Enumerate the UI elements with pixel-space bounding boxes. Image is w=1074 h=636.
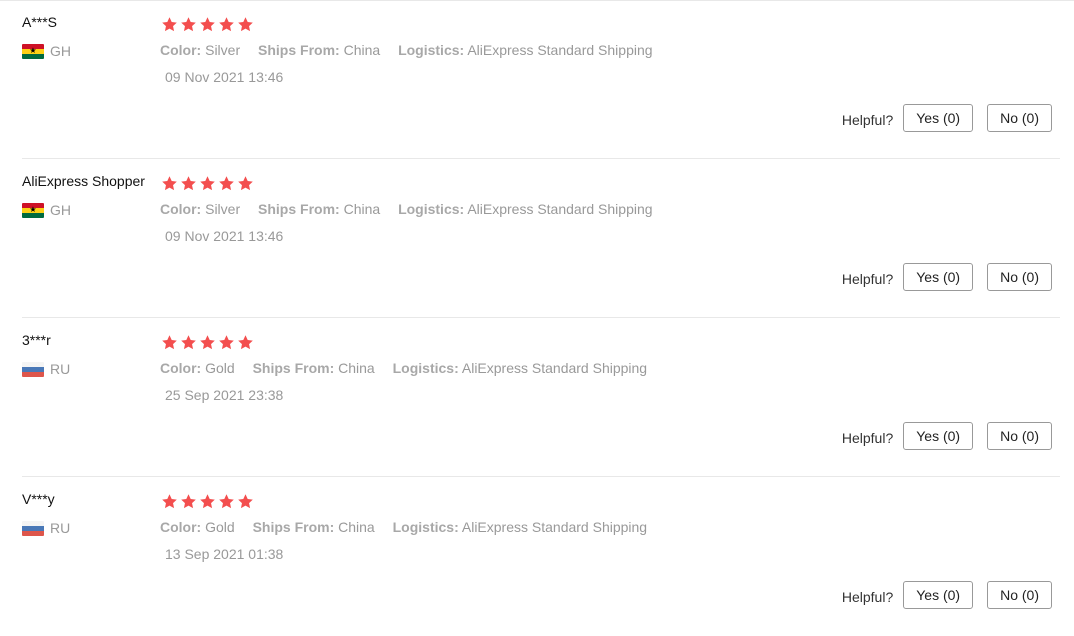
- review-attributes: Color: Gold Ships From: China Logistics:…: [160, 360, 661, 376]
- helpful-section: Helpful? Yes (0) No (0): [842, 581, 1052, 609]
- ships-from-value: China: [338, 519, 375, 535]
- star-icon: [238, 335, 253, 350]
- ships-from-value: China: [338, 360, 375, 376]
- helpful-yes-button[interactable]: Yes (0): [903, 104, 974, 132]
- country-code: RU: [50, 520, 71, 536]
- star-rating: [161, 175, 254, 192]
- star-icon: [200, 17, 215, 32]
- reviewer-name: AliExpress Shopper: [22, 173, 145, 189]
- logistics-label: Logistics:: [392, 360, 459, 376]
- logistics-value: AliExpress Standard Shipping: [467, 42, 653, 58]
- logistics-value: AliExpress Standard Shipping: [467, 201, 653, 217]
- helpful-no-button[interactable]: No (0): [987, 263, 1052, 291]
- color-label: Color:: [160, 42, 202, 58]
- helpful-yes-button[interactable]: Yes (0): [903, 263, 974, 291]
- ships-from-label: Ships From:: [258, 201, 340, 217]
- russia-flag-icon: [22, 361, 44, 377]
- helpful-label: Helpful?: [841, 589, 894, 605]
- review-attributes: Color: Silver Ships From: China Logistic…: [160, 201, 667, 217]
- logistics-label: Logistics:: [392, 519, 459, 535]
- helpful-section: Helpful? Yes (0) No (0): [842, 263, 1052, 291]
- helpful-label: Helpful?: [841, 430, 894, 446]
- star-icon: [200, 494, 215, 509]
- review-item: V***y RU Color: Gold Ships From: China L…: [0, 477, 1074, 636]
- logistics-value: AliExpress Standard Shipping: [461, 360, 648, 376]
- helpful-yes-button[interactable]: Yes (0): [903, 581, 974, 609]
- review-attributes: Color: Silver Ships From: China Logistic…: [160, 42, 667, 58]
- ships-from-value: China: [343, 201, 381, 217]
- country-code: GH: [50, 43, 71, 59]
- star-rating: [161, 16, 254, 33]
- star-icon: [219, 335, 234, 350]
- star-icon: [238, 494, 253, 509]
- reviewer-country: ★ GH: [22, 42, 71, 60]
- star-icon: [162, 176, 177, 191]
- helpful-label: Helpful?: [841, 112, 894, 128]
- star-icon: [162, 494, 177, 509]
- review-item: 3***r RU Color: Gold Ships From: China L…: [0, 318, 1074, 477]
- star-icon: [200, 176, 215, 191]
- star-icon: [181, 335, 196, 350]
- star-icon: [200, 335, 215, 350]
- ghana-flag-icon: ★: [22, 202, 44, 218]
- helpful-no-button[interactable]: No (0): [987, 422, 1052, 450]
- logistics-label: Logistics:: [398, 201, 465, 217]
- country-code: RU: [50, 361, 71, 377]
- star-icon: [238, 176, 253, 191]
- star-icon: [162, 335, 177, 350]
- reviewer-country: RU: [22, 519, 70, 537]
- helpful-label: Helpful?: [841, 271, 894, 287]
- star-icon: [162, 17, 177, 32]
- logistics-value: AliExpress Standard Shipping: [461, 519, 648, 535]
- color-value: Gold: [205, 360, 235, 376]
- ships-from-label: Ships From:: [252, 360, 335, 376]
- ships-from-value: China: [343, 42, 381, 58]
- reviewer-country: RU: [22, 360, 70, 378]
- helpful-yes-button[interactable]: Yes (0): [903, 422, 974, 450]
- color-label: Color:: [160, 519, 202, 535]
- star-rating: [161, 493, 254, 510]
- logistics-label: Logistics:: [398, 42, 465, 58]
- reviewer-name: V***y: [22, 491, 55, 507]
- reviewer-name: 3***r: [22, 332, 51, 348]
- russia-flag-icon: [22, 520, 44, 536]
- color-value: Silver: [205, 201, 241, 217]
- color-label: Color:: [160, 360, 202, 376]
- star-icon: [181, 176, 196, 191]
- color-value: Silver: [205, 42, 241, 58]
- country-code: GH: [50, 202, 71, 218]
- star-icon: [181, 17, 196, 32]
- helpful-no-button[interactable]: No (0): [987, 581, 1052, 609]
- review-item: A***S ★ GH Color: Silver Ships From: Chi…: [0, 0, 1074, 159]
- color-label: Color:: [160, 201, 202, 217]
- star-icon: [219, 176, 234, 191]
- helpful-section: Helpful? Yes (0) No (0): [842, 422, 1052, 450]
- ships-from-label: Ships From:: [258, 42, 340, 58]
- helpful-no-button[interactable]: No (0): [987, 104, 1052, 132]
- star-icon: [181, 494, 196, 509]
- review-attributes: Color: Gold Ships From: China Logistics:…: [160, 519, 661, 535]
- star-rating: [161, 334, 254, 351]
- review-date: 09 Nov 2021 13:46: [165, 228, 284, 244]
- review-date: 09 Nov 2021 13:46: [165, 69, 284, 85]
- ships-from-label: Ships From:: [252, 519, 335, 535]
- color-value: Gold: [205, 519, 235, 535]
- star-icon: [219, 17, 234, 32]
- review-date: 13 Sep 2021 01:38: [165, 546, 284, 562]
- ghana-flag-icon: ★: [22, 43, 44, 59]
- review-date: 25 Sep 2021 23:38: [165, 387, 284, 403]
- star-icon: [238, 17, 253, 32]
- review-item: AliExpress Shopper ★ GH Color: Silver Sh…: [0, 159, 1074, 318]
- reviewer-name: A***S: [22, 14, 58, 30]
- helpful-section: Helpful? Yes (0) No (0): [842, 104, 1052, 132]
- reviewer-country: ★ GH: [22, 201, 71, 219]
- star-icon: [219, 494, 234, 509]
